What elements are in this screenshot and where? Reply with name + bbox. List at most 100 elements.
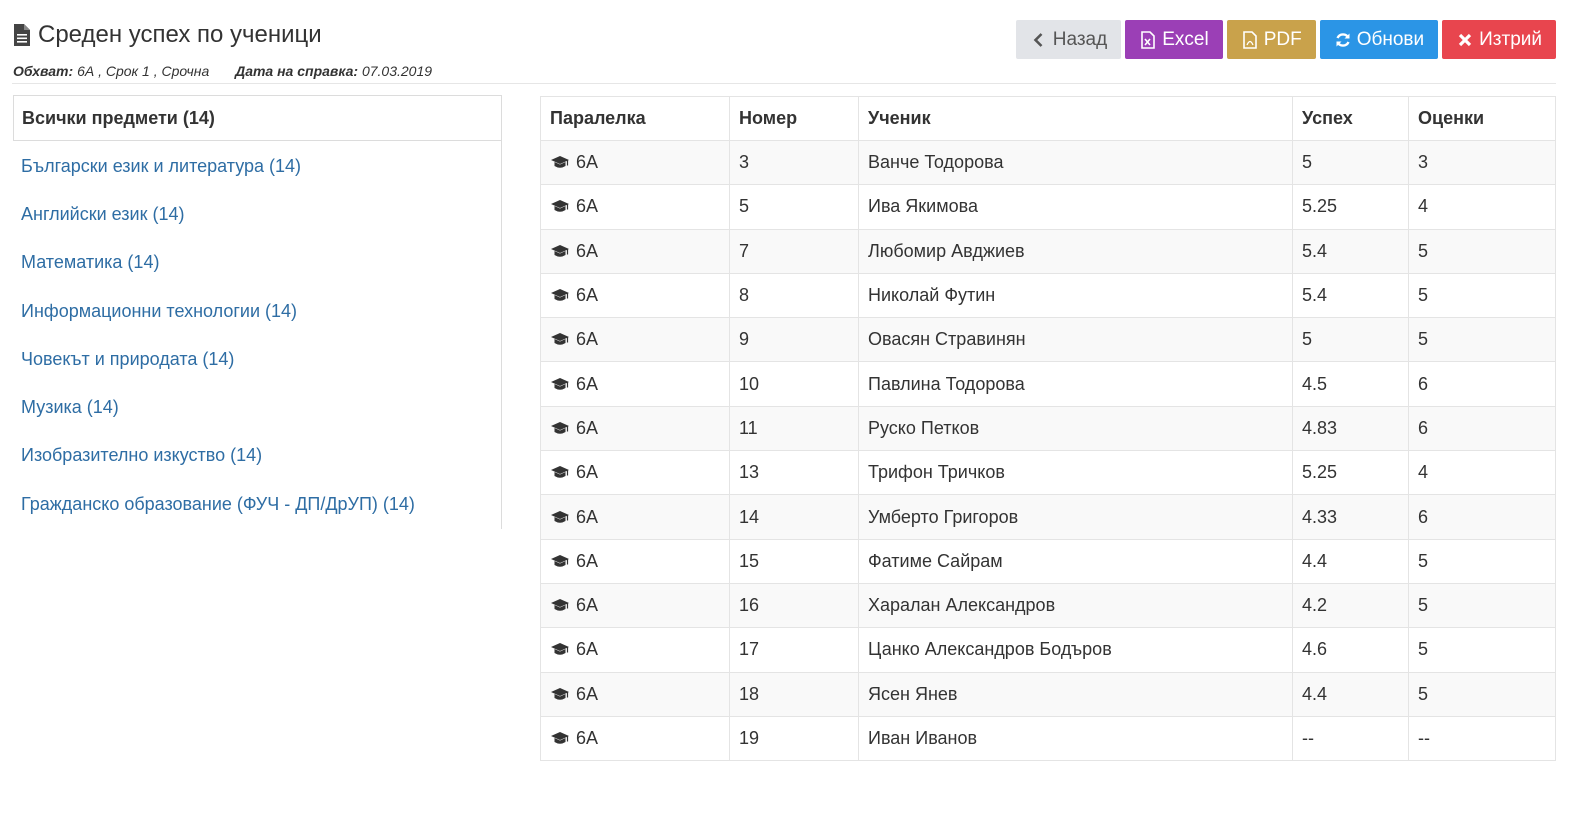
- class-name: 6А: [576, 683, 599, 704]
- close-icon: [1458, 33, 1472, 46]
- graduation-cap-icon: [551, 333, 569, 346]
- cell-average: 4.4: [1292, 671, 1409, 717]
- table-row: 6А 18 Ясен Янев 4.4 5: [540, 671, 1556, 717]
- cell-grades: --: [1408, 715, 1556, 762]
- delete-button-label: Изтрий: [1479, 28, 1542, 50]
- date-value: 07.03.2019: [361, 63, 433, 79]
- sidebar-item-label: Информационни технологии (14): [21, 300, 298, 321]
- table-row: 6А 8 Николай Футин 5.4 5: [540, 272, 1556, 319]
- cell-class: 6А: [540, 272, 730, 319]
- cell-class: 6А: [540, 228, 730, 274]
- cell-average: 4.2: [1292, 582, 1409, 629]
- sidebar-item-label: Математика (14): [21, 252, 160, 273]
- cell-grades: 6: [1408, 405, 1556, 452]
- cell-student: Цанко Александров Бодъров: [858, 627, 1293, 673]
- subject-sidebar: Всички предмети (14) Български език и ли…: [13, 95, 502, 529]
- cell-student: Павлина Тодорова: [858, 361, 1293, 407]
- table-body: 6А 3 Ванче Тодорова 5 3 6А 5 Ива Якимова 5.25 4 6А…: [540, 139, 1556, 762]
- cell-number: 9: [729, 317, 859, 363]
- cell-student: Ванче Тодорова: [858, 139, 1293, 186]
- graduation-cap-icon: [551, 200, 569, 213]
- cell-number: 17: [729, 627, 859, 673]
- graduation-cap-icon: [551, 732, 569, 744]
- table-row: 6А 11 Руско Петков 4.83 6: [540, 405, 1556, 452]
- sidebar-item-bulgarian[interactable]: Български език и литература (14): [13, 142, 501, 190]
- graduation-cap-icon: [551, 377, 569, 390]
- column-header-average[interactable]: Успех: [1292, 96, 1409, 141]
- column-header-number[interactable]: Номер: [729, 96, 859, 141]
- cell-grades: 5: [1408, 627, 1556, 673]
- table-row: 6А 9 Овасян Стравинян 5 5: [540, 317, 1556, 363]
- cell-grades: 5: [1408, 228, 1556, 274]
- chevron-left-icon: [1033, 32, 1043, 47]
- cell-number: 11: [729, 405, 859, 452]
- refresh-button[interactable]: Обнови: [1319, 20, 1439, 59]
- results-table-container: Паралелка Номер Ученик Успех Оценки 6А 3 В…: [540, 96, 1556, 762]
- cell-class: 6А: [540, 671, 730, 717]
- cell-average: 4.83: [1292, 405, 1409, 452]
- table-row: 6А 10 Павлина Тодорова 4.5 6: [540, 361, 1556, 407]
- cell-class: 6А: [540, 538, 730, 584]
- pdf-button[interactable]: PDF: [1226, 20, 1316, 59]
- graduation-cap-icon: [551, 244, 569, 257]
- class-name: 6А: [576, 152, 599, 173]
- table-row: 6А 17 Цанко Александров Бодъров 4.6 5: [540, 627, 1556, 673]
- cell-student: Харалан Александров: [858, 582, 1293, 629]
- page-title-text: Среден успех по ученици: [38, 21, 322, 48]
- back-button[interactable]: Назад: [1015, 20, 1122, 59]
- column-header-grades[interactable]: Оценки: [1408, 96, 1556, 141]
- cell-class: 6А: [540, 582, 730, 629]
- sidebar-item-it[interactable]: Информационни технологии (14): [13, 287, 501, 335]
- cell-class: 6А: [540, 361, 730, 407]
- class-name: 6А: [576, 728, 599, 748]
- cell-average: 5: [1292, 317, 1409, 363]
- sidebar-item-label: Английски език (14): [21, 203, 185, 224]
- cell-grades: 5: [1408, 671, 1556, 717]
- cell-average: 4.33: [1292, 494, 1409, 540]
- cell-class: 6А: [540, 494, 730, 540]
- column-header-student[interactable]: Ученик: [858, 96, 1293, 141]
- column-header-class[interactable]: Паралелка: [540, 96, 730, 141]
- cell-class: 6А: [540, 405, 730, 452]
- cell-student: Ясен Янев: [858, 671, 1293, 717]
- cell-student: Ива Якимова: [858, 184, 1293, 230]
- delete-button[interactable]: Изтрий: [1442, 20, 1556, 59]
- table-row: 6А 19 Иван Иванов -- --: [540, 715, 1556, 762]
- sidebar-item-music[interactable]: Музика (14): [13, 383, 501, 431]
- sidebar-item-art[interactable]: Изобразително изкуство (14): [13, 432, 501, 480]
- cell-average: 5.4: [1292, 228, 1409, 274]
- cell-class: 6А: [540, 139, 730, 186]
- table-row: 6А 5 Ива Якимова 5.25 4: [540, 184, 1556, 230]
- table-row: 6А 13 Трифон Тричков 5.25 4: [540, 450, 1556, 496]
- graduation-cap-icon: [551, 289, 569, 301]
- class-name: 6А: [576, 373, 599, 394]
- cell-student: Руско Петков: [858, 405, 1293, 452]
- class-name: 6А: [576, 639, 599, 660]
- excel-button[interactable]: Excel: [1125, 20, 1223, 59]
- sidebar-item-label: Изобразително изкуство (14): [21, 445, 263, 466]
- cell-average: 5.25: [1292, 184, 1409, 230]
- cell-grades: 6: [1408, 494, 1556, 540]
- sidebar-item-civics[interactable]: Гражданско образование (ФУЧ - ДП/ДрУП) (…: [13, 480, 501, 528]
- class-name: 6А: [576, 595, 599, 616]
- cell-number: 15: [729, 538, 859, 584]
- class-name: 6А: [576, 506, 599, 527]
- cell-grades: 4: [1408, 450, 1556, 496]
- sidebar-item-all-subjects[interactable]: Всички предмети (14): [13, 95, 501, 141]
- cell-average: 4.4: [1292, 538, 1409, 584]
- sidebar-item-label: Гражданско образование (ФУЧ - ДП/ДрУП) (…: [21, 493, 415, 514]
- cell-class: 6А: [540, 627, 730, 673]
- sidebar-item-label: Човекът и природата (14): [21, 348, 235, 369]
- cell-number: 7: [729, 228, 859, 274]
- refresh-button-label: Обнови: [1356, 28, 1425, 50]
- graduation-cap-icon: [551, 554, 569, 567]
- class-name: 6А: [576, 417, 599, 438]
- cell-grades: 5: [1408, 317, 1556, 363]
- cell-number: 3: [729, 139, 859, 186]
- cell-grades: 5: [1408, 272, 1556, 319]
- sidebar-item-nature[interactable]: Човекът и природата (14): [13, 335, 501, 383]
- sidebar-item-math[interactable]: Математика (14): [13, 239, 501, 287]
- excel-file-icon: [1141, 30, 1156, 49]
- sidebar-item-english[interactable]: Английски език (14): [13, 190, 501, 238]
- class-name: 6А: [576, 285, 599, 306]
